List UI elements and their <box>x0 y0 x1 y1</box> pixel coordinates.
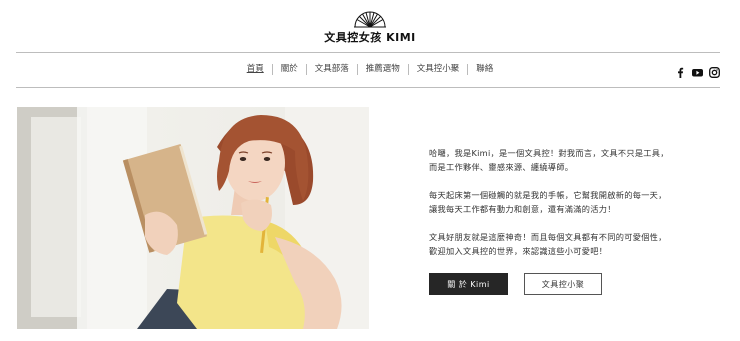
nav-item-blog[interactable]: 文具部落 <box>305 64 357 75</box>
meetup-button[interactable]: 文具控小聚 <box>524 273 602 295</box>
nav-item-contact[interactable]: 聯絡 <box>467 64 501 75</box>
intro-text: 哈囉，我是Kimi，是一個文具控！對我而言，文具不只是工具，而是工作夥伴、靈感來… <box>429 146 669 272</box>
sunburst-logo-icon <box>354 11 386 28</box>
social-links <box>675 63 720 78</box>
header-divider-bottom <box>16 87 720 88</box>
about-kimi-button[interactable]: 關 於 Kimi <box>429 273 508 295</box>
intro-paragraph-2: 每天起床第一個碰觸的就是我的手帳，它幫我開啟新的每一天，讓我每天工作都有動力和創… <box>429 190 667 214</box>
intro-paragraph-1: 哈囉，我是Kimi，是一個文具控！對我而言，文具不只是工具，而是工作夥伴、靈感來… <box>429 148 669 172</box>
nav-item-picks[interactable]: 推薦選物 <box>356 64 408 75</box>
intro-paragraph-3: 文具好朋友就是這麼神奇！而且每個文具都有不同的可愛個性，歡迎加入文具控的世界，來… <box>429 232 667 256</box>
facebook-icon[interactable] <box>675 63 686 78</box>
hero-photo <box>17 107 369 329</box>
youtube-icon[interactable] <box>692 63 703 77</box>
nav-item-meetup[interactable]: 文具控小聚 <box>407 64 468 75</box>
site-logo[interactable]: 文具控女孩 KIMI <box>0 8 740 45</box>
main-nav: 首頁 關於 文具部落 推薦選物 文具控小聚 聯絡 <box>0 64 740 75</box>
instagram-icon[interactable] <box>709 63 720 78</box>
nav-item-about[interactable]: 關於 <box>271 64 306 75</box>
nav-item-home[interactable]: 首頁 <box>239 64 272 75</box>
header-divider-top <box>16 52 720 53</box>
logo-text: 文具控女孩 KIMI <box>324 31 416 44</box>
